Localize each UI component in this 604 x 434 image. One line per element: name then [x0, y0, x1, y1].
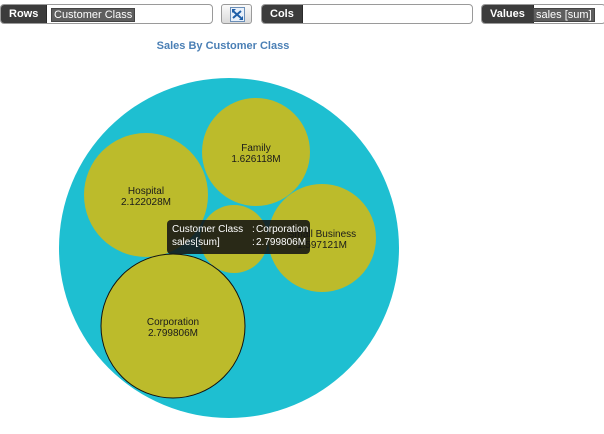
tooltip-measure: sales[sum] [172, 237, 220, 248]
bubble-value-hospital: 2.122028M [121, 197, 171, 208]
bubble-family[interactable]: Family1.626118M [202, 98, 310, 206]
tooltip-category: Corporation [256, 224, 309, 235]
bubble-chart: Hospital2.122028MFamily1.626118MSmall Bu… [59, 78, 399, 418]
bubble-corporation[interactable]: Corporation2.799806M [100, 253, 246, 399]
bubble-label-corporation: Corporation [147, 317, 199, 328]
tooltip-value: 2.799806M [256, 237, 307, 248]
tooltip-key: Customer Class [172, 224, 244, 235]
bubble-value-corporation: 2.799806M [148, 328, 198, 339]
bubble-value-family: 1.626118M [231, 154, 280, 165]
bubble-label-family: Family [241, 143, 270, 154]
chart-tooltip: Customer Class : Corporation sales[sum] … [167, 220, 310, 254]
bubble-label-hospital: Hospital [128, 186, 164, 197]
tooltip-separator: : [252, 224, 255, 235]
tooltip-separator-2: : [252, 237, 255, 248]
